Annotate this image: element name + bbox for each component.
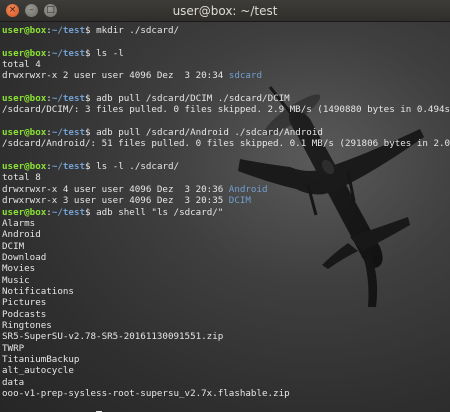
output-line: Podcasts bbox=[2, 309, 450, 320]
prompt-user-host: user@box bbox=[2, 127, 47, 139]
command-line: user@box:~/test$ adb pull /sdcard/Androi… bbox=[2, 127, 450, 138]
prompt-symbol: $ bbox=[85, 206, 97, 218]
prompt-user-host: user@box bbox=[2, 93, 47, 105]
output-line: total 8 bbox=[2, 172, 450, 183]
prompt-path: ~/test bbox=[51, 47, 86, 59]
output-text: /sdcard/DCIM/: 3 files pulled. 0 files s… bbox=[2, 104, 450, 116]
output-text: Notifications bbox=[2, 285, 74, 297]
output-text: ooo-v1-prep-sysless-root-supersu_v2.7x.f… bbox=[2, 388, 290, 399]
command-line: user@box:~/test$ ls -l ./sdcard/ bbox=[2, 161, 450, 172]
listing-meta: drwxrwxr-x 3 user user 4096 Dez 3 20:35 bbox=[2, 195, 229, 207]
output-line: Music bbox=[2, 275, 450, 286]
output-line: SR5-SuperSU-v2.78-SR5-20161130091551.zip bbox=[2, 331, 450, 342]
output-text: Android bbox=[2, 229, 41, 241]
output-text: Download bbox=[2, 251, 47, 263]
terminal-area[interactable]: user@box:~/test$ mkdir ./sdcard/user@box… bbox=[0, 22, 450, 412]
output-line: Android bbox=[2, 229, 450, 240]
output-line: TWRP bbox=[2, 343, 450, 354]
output-line: Ringtones bbox=[2, 320, 450, 331]
output-text: Alarms bbox=[2, 217, 36, 229]
directory-name: DCIM bbox=[228, 195, 251, 207]
prompt-symbol: $ bbox=[85, 25, 97, 36]
output-line: alt_autocycle bbox=[2, 365, 450, 376]
output-text: SR5-SuperSU-v2.78-SR5-20161130091551.zip bbox=[2, 331, 224, 343]
output-text: /sdcard/Android/: 51 files pulled. 0 fil… bbox=[2, 138, 450, 150]
listing-meta: drwxrwxr-x 2 user user 4096 Dez 3 20:34 bbox=[2, 70, 229, 82]
prompt-user-host: user@box bbox=[2, 25, 47, 36]
window-title: user@box: ~/test bbox=[172, 4, 278, 18]
output-text: Movies bbox=[2, 263, 36, 275]
command-text: adb pull /sdcard/Android ./sdcard/Androi… bbox=[96, 127, 323, 139]
title-bar[interactable]: user@box: ~/test × – □ bbox=[0, 0, 450, 22]
output-line: Pictures bbox=[2, 297, 450, 308]
terminal-output: user@box:~/test$ mkdir ./sdcard/user@box… bbox=[2, 25, 450, 412]
directory-name: sdcard bbox=[228, 70, 262, 82]
output-line: ooo-v1-prep-sysless-root-supersu_v2.7x.f… bbox=[2, 388, 450, 399]
output-text: Ringtones bbox=[2, 319, 52, 331]
command-line: user@box:~/test$ ls -l bbox=[2, 48, 450, 59]
command-text: mkdir ./sdcard/ bbox=[96, 25, 180, 36]
output-line: data bbox=[2, 377, 450, 388]
command-line: user@box:~/test$ mkdir ./sdcard/ bbox=[2, 25, 450, 36]
command-text: ls -l bbox=[96, 47, 124, 59]
listing-meta: drwxrwxr-x 4 user user 4096 Dez 3 20:36 bbox=[2, 183, 229, 195]
prompt-path: ~/test bbox=[51, 25, 86, 36]
output-line: Movies bbox=[2, 263, 450, 274]
output-line: Notifications bbox=[2, 286, 450, 297]
prompt-path: ~/test bbox=[51, 206, 86, 218]
output-text: TitaniumBackup bbox=[2, 353, 80, 365]
output-line: total 4 bbox=[2, 59, 450, 70]
output-text: data bbox=[2, 376, 25, 388]
listing-line: drwxrwxr-x 3 user user 4096 Dez 3 20:35 … bbox=[2, 195, 450, 206]
listing-line: drwxrwxr-x 2 user user 4096 Dez 3 20:34 … bbox=[2, 70, 450, 81]
output-line: Download bbox=[2, 252, 450, 263]
prompt-user-host: user@box bbox=[2, 206, 47, 218]
command-text: ls -l ./sdcard/ bbox=[96, 161, 180, 173]
prompt-user-host: user@box bbox=[2, 161, 47, 173]
prompt-symbol: $ bbox=[85, 127, 97, 139]
listing-line: drwxrwxr-x 4 user user 4096 Dez 3 20:36 … bbox=[2, 184, 450, 195]
directory-name: Android bbox=[228, 183, 268, 195]
output-text: Music bbox=[2, 274, 30, 286]
command-line: user@box:~/test$ adb pull /sdcard/DCIM .… bbox=[2, 93, 450, 104]
command-text: adb pull /sdcard/DCIM ./sdcard/DCIM bbox=[96, 93, 290, 105]
prompt-path: ~/test bbox=[51, 93, 86, 105]
output-line: Alarms bbox=[2, 218, 450, 229]
output-line: /sdcard/DCIM/: 3 files pulled. 0 files s… bbox=[2, 104, 450, 115]
prompt-symbol: $ bbox=[85, 161, 97, 173]
command-line: user@box:~/test$ adb shell "ls /sdcard/" bbox=[2, 207, 450, 218]
output-text: DCIM bbox=[2, 240, 25, 252]
output-text: Podcasts bbox=[2, 308, 47, 320]
output-text: total 8 bbox=[2, 172, 41, 184]
output-line: /sdcard/Android/: 51 files pulled. 0 fil… bbox=[2, 138, 450, 149]
output-line: TitaniumBackup bbox=[2, 354, 450, 365]
prompt-path: ~/test bbox=[51, 161, 86, 173]
prompt-path: ~/test bbox=[51, 127, 86, 139]
output-text: Pictures bbox=[2, 297, 47, 309]
output-text: total 4 bbox=[2, 59, 41, 71]
prompt-symbol: $ bbox=[85, 93, 97, 105]
output-line: DCIM bbox=[2, 241, 450, 252]
prompt-user-host: user@box bbox=[2, 47, 47, 59]
output-text: alt_autocycle bbox=[2, 365, 74, 377]
prompt-symbol: $ bbox=[85, 47, 97, 59]
output-text: TWRP bbox=[2, 342, 25, 354]
terminal-window: user@box: ~/test × – □ user@box:~/test$ … bbox=[0, 0, 450, 412]
command-text: adb shell "ls /sdcard/" bbox=[96, 206, 224, 218]
